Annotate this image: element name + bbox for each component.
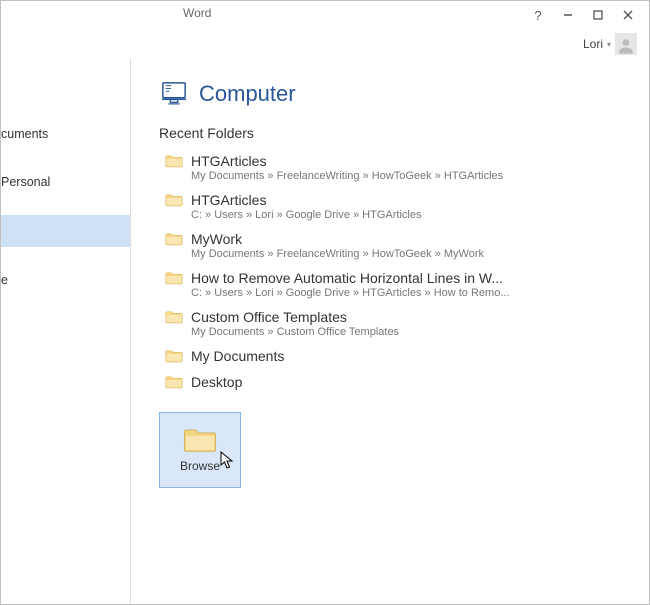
folder-name: Custom Office Templates <box>191 309 347 325</box>
recent-folders-list: HTGArticlesMy Documents » FreelanceWriti… <box>159 149 639 396</box>
chevron-down-icon[interactable]: ▾ <box>607 40 611 49</box>
folder-name: MyWork <box>191 231 242 247</box>
recent-folder-item[interactable]: HTGArticlesMy Documents » FreelanceWriti… <box>159 149 639 188</box>
sidebar-item[interactable]: cuments <box>1 119 130 149</box>
folder-path: C: » Users » Lori » Google Drive » HTGAr… <box>165 287 639 299</box>
help-button[interactable]: ? <box>523 5 553 25</box>
user-name[interactable]: Lori <box>583 37 603 51</box>
folder-name: How to Remove Automatic Horizontal Lines… <box>191 270 503 286</box>
titlebar: Word ? <box>1 1 649 29</box>
sidebar: cuments Personal e <box>1 59 131 604</box>
folder-icon <box>165 271 183 285</box>
app-title: Word <box>183 6 211 20</box>
page-heading: Computer <box>199 81 296 107</box>
sidebar-item-selected[interactable] <box>1 215 130 247</box>
folder-icon <box>183 427 217 453</box>
recent-folder-item[interactable]: Custom Office TemplatesMy Documents » Cu… <box>159 305 639 344</box>
avatar[interactable] <box>615 33 637 55</box>
recent-folders-label: Recent Folders <box>159 125 639 141</box>
computer-icon <box>159 81 189 107</box>
maximize-button[interactable] <box>583 5 613 25</box>
user-row: Lori ▾ <box>1 29 649 59</box>
folder-icon <box>165 154 183 168</box>
recent-folder-item[interactable]: How to Remove Automatic Horizontal Lines… <box>159 266 639 305</box>
cursor-icon <box>220 451 236 471</box>
folder-path: My Documents » Custom Office Templates <box>165 326 639 338</box>
folder-path: C: » Users » Lori » Google Drive » HTGAr… <box>165 209 639 221</box>
folder-path: My Documents » FreelanceWriting » HowToG… <box>165 248 639 260</box>
recent-folder-item[interactable]: Desktop <box>159 370 639 396</box>
close-button[interactable] <box>613 5 643 25</box>
minimize-button[interactable] <box>553 5 583 25</box>
person-icon <box>617 37 635 55</box>
folder-name: Desktop <box>191 374 242 390</box>
recent-folder-item[interactable]: MyWorkMy Documents » FreelanceWriting » … <box>159 227 639 266</box>
main-panel: Computer Recent Folders HTGArticlesMy Do… <box>131 59 649 604</box>
folder-icon <box>165 232 183 246</box>
folder-name: HTGArticles <box>191 192 266 208</box>
folder-path: My Documents » FreelanceWriting » HowToG… <box>165 170 639 182</box>
folder-name: HTGArticles <box>191 153 266 169</box>
folder-icon <box>165 193 183 207</box>
browse-label: Browse <box>180 459 220 473</box>
recent-folder-item[interactable]: My Documents <box>159 344 639 370</box>
folder-icon <box>165 310 183 324</box>
browse-button[interactable]: Browse <box>159 412 241 488</box>
folder-name: My Documents <box>191 348 284 364</box>
recent-folder-item[interactable]: HTGArticlesC: » Users » Lori » Google Dr… <box>159 188 639 227</box>
folder-icon <box>165 349 183 363</box>
sidebar-item[interactable]: e <box>1 265 130 295</box>
folder-icon <box>165 375 183 389</box>
sidebar-item[interactable]: Personal <box>1 167 130 197</box>
